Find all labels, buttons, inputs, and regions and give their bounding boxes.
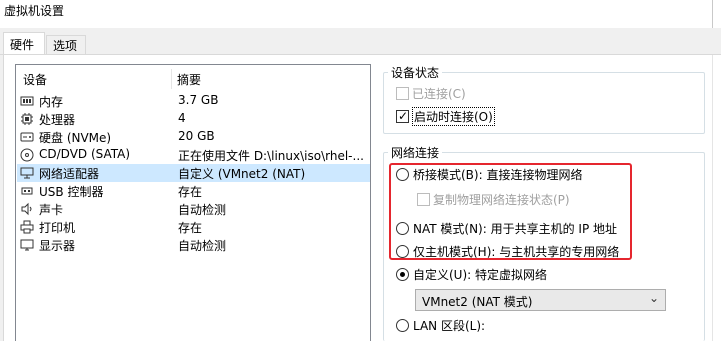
tab-hardware-label: 硬件 <box>10 38 35 52</box>
device-name: 声卡 <box>39 203 64 217</box>
device-row-network-adapter[interactable]: 网络适配器 自定义 (VMnet2 (NAT) <box>17 164 370 182</box>
device-name: USB 控制器 <box>39 185 104 199</box>
device-name: CD/DVD (SATA) <box>39 147 131 161</box>
device-row-memory[interactable]: 内存 3.7 GB <box>17 92 370 110</box>
harddisk-icon <box>20 132 34 142</box>
window-title: 虚拟机设置 <box>4 4 65 18</box>
display-icon <box>20 239 34 251</box>
checkmark-icon: ✓ <box>398 109 409 123</box>
device-row-sound[interactable]: 声卡 自动检测 <box>17 200 370 218</box>
device-row-cdrom[interactable]: CD/DVD (SATA) 正在使用文件 D:\linux\iso\rhel-.… <box>17 146 370 164</box>
custom-label: 自定义(U): 特定虚拟网络 <box>413 268 548 282</box>
custom-radio-button[interactable] <box>396 268 409 281</box>
device-row-processor[interactable]: 处理器 4 <box>17 110 370 128</box>
sound-icon <box>21 202 32 216</box>
device-name: 硬盘 (NVMe) <box>39 131 112 145</box>
device-name: 网络适配器 <box>39 167 100 181</box>
device-summary: 20 GB <box>178 129 215 143</box>
device-summary: 4 <box>178 111 186 125</box>
connected-checkbox-box[interactable] <box>396 87 409 100</box>
connect-on-power-checkbox-box[interactable]: ✓ <box>396 109 409 123</box>
lan-segment-radio[interactable]: LAN 区段(L): <box>396 317 485 334</box>
device-name: 处理器 <box>39 113 76 127</box>
device-row-harddisk[interactable]: 硬盘 (NVMe) 20 GB <box>17 128 370 146</box>
network-adapter-icon <box>20 167 34 179</box>
device-summary: 自定义 (VMnet2 (NAT) <box>178 167 306 181</box>
device-list-header: 设备 摘要 <box>16 69 370 89</box>
device-list[interactable]: 设备 摘要 内存 3.7 GB 处理器 4 硬盘 (NVMe) 20 GB CD… <box>15 64 371 341</box>
chevron-down-icon[interactable]: ⌄ <box>649 291 659 305</box>
device-row-usb[interactable]: USB 控制器 存在 <box>17 182 370 200</box>
device-status-title: 设备状态 <box>388 64 443 81</box>
device-row-display[interactable]: 显示器 自动检测 <box>17 236 370 254</box>
custom-network-select[interactable]: VMnet2 (NAT 模式) ⌄ <box>415 289 666 311</box>
network-connection-title: 网络连接 <box>388 144 443 161</box>
tab-hardware[interactable]: 硬件 <box>3 32 45 56</box>
highlight-annotation-box <box>389 163 632 260</box>
connect-on-power-label: 启动时连接(O) <box>412 107 495 126</box>
device-name: 打印机 <box>39 221 76 235</box>
connected-checkbox[interactable]: 已连接(C) <box>396 85 466 102</box>
custom-network-value: VMnet2 (NAT 模式) <box>422 295 533 309</box>
device-name: 显示器 <box>39 239 76 253</box>
column-separator[interactable] <box>171 69 172 89</box>
printer-icon <box>20 220 34 234</box>
lan-segment-radio-button[interactable] <box>396 319 409 332</box>
device-name: 内存 <box>39 95 64 109</box>
column-header-summary[interactable]: 摘要 <box>177 71 201 88</box>
panel-right-edge <box>712 55 713 341</box>
lan-segment-label: LAN 区段(L): <box>413 319 486 333</box>
device-summary: 存在 <box>178 221 203 235</box>
device-row-printer[interactable]: 打印机 存在 <box>17 218 370 236</box>
device-summary: 正在使用文件 D:\linux\iso\rhel-... <box>178 149 364 163</box>
usb-icon <box>21 187 33 195</box>
device-summary: 3.7 GB <box>178 93 219 107</box>
connect-on-power-checkbox[interactable]: ✓ 启动时连接(O) <box>396 107 495 126</box>
processor-icon <box>21 113 33 125</box>
cdrom-icon <box>20 148 34 162</box>
custom-radio[interactable]: 自定义(U): 特定虚拟网络 <box>396 266 547 283</box>
tab-options[interactable]: 选项 <box>46 35 86 55</box>
connected-label: 已连接(C) <box>412 87 466 101</box>
tab-options-label: 选项 <box>53 39 78 53</box>
memory-icon <box>20 96 34 106</box>
device-summary: 自动检测 <box>178 203 227 217</box>
column-header-device[interactable]: 设备 <box>23 71 47 88</box>
title-bar-edge <box>712 0 713 28</box>
device-summary: 存在 <box>178 185 203 199</box>
device-summary: 自动检测 <box>178 239 227 253</box>
title-bar: 虚拟机设置 <box>0 0 721 28</box>
